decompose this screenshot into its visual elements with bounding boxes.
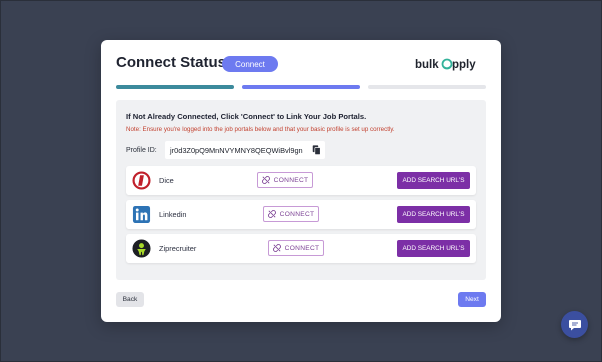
modal-title: Connect Status: [116, 54, 227, 71]
svg-text:pply: pply: [452, 59, 476, 71]
portal-name: Linkedin: [159, 210, 187, 219]
dice-connect-button[interactable]: CONNECT: [257, 172, 313, 188]
chat-launcher-button[interactable]: [561, 311, 588, 338]
profile-id-value: jr0d3Z0pQ9MnNVYMNY8QEQWiBvl9gn: [170, 145, 303, 155]
connect-label: CONNECT: [284, 244, 320, 252]
portal-row-dice: Dice CONNECT ADD SEARCH URL'S: [126, 166, 476, 195]
connect-label: CONNECT: [273, 176, 309, 184]
unlink-icon: [272, 244, 281, 252]
dice-icon: [132, 171, 151, 190]
dice-add-search-urls-button[interactable]: ADD SEARCH URL'S: [397, 172, 470, 189]
linkedin-add-search-urls-button[interactable]: ADD SEARCH URL'S: [397, 206, 470, 223]
note-text: Note: Ensure you're logged into the job …: [126, 126, 395, 133]
bulkapply-logo: bulk pply: [415, 56, 487, 72]
portals-panel: If Not Already Connected, Click 'Connect…: [116, 100, 486, 280]
progress-steps: [116, 85, 486, 89]
portal-name: Ziprecruiter: [159, 244, 197, 253]
portal-row-linkedin: Linkedin CONNECT ADD SEARCH URL'S: [126, 200, 476, 229]
progress-step-2: [242, 85, 360, 89]
linkedin-icon: [132, 205, 151, 224]
profile-id-label: Profile ID:: [126, 147, 157, 154]
portal-row-ziprecruiter: Ziprecruiter CONNECT ADD SEARCH URL'S: [126, 234, 476, 263]
ziprecruiter-add-search-urls-button[interactable]: ADD SEARCH URL'S: [397, 240, 470, 257]
progress-step-3: [368, 85, 486, 89]
unlink-icon: [267, 210, 276, 218]
portal-name: Dice: [159, 176, 174, 185]
bulkapply-logo-icon: bulk pply: [415, 58, 476, 71]
linkedin-connect-button[interactable]: CONNECT: [263, 206, 319, 222]
unlink-icon: [261, 176, 270, 184]
profile-id-field: jr0d3Z0pQ9MnNVYMNY8QEQWiBvl9gn: [165, 141, 325, 159]
next-button[interactable]: Next: [458, 292, 486, 307]
progress-step-1: [116, 85, 234, 89]
copy-icon[interactable]: [312, 145, 321, 155]
modal-header: Connect Status Connect bulk pply: [116, 54, 487, 78]
connect-status-modal: Connect Status Connect bulk pply If Not …: [101, 40, 501, 322]
svg-text:bulk: bulk: [415, 59, 439, 71]
connect-label: CONNECT: [279, 210, 315, 218]
back-button[interactable]: Back: [116, 292, 144, 307]
ziprecruiter-connect-button[interactable]: CONNECT: [268, 240, 324, 256]
instruction-text: If Not Already Connected, Click 'Connect…: [126, 112, 367, 121]
connect-status-pill[interactable]: Connect: [222, 56, 278, 72]
ziprecruiter-icon: [132, 239, 151, 258]
chat-bubble-icon: [568, 319, 581, 330]
